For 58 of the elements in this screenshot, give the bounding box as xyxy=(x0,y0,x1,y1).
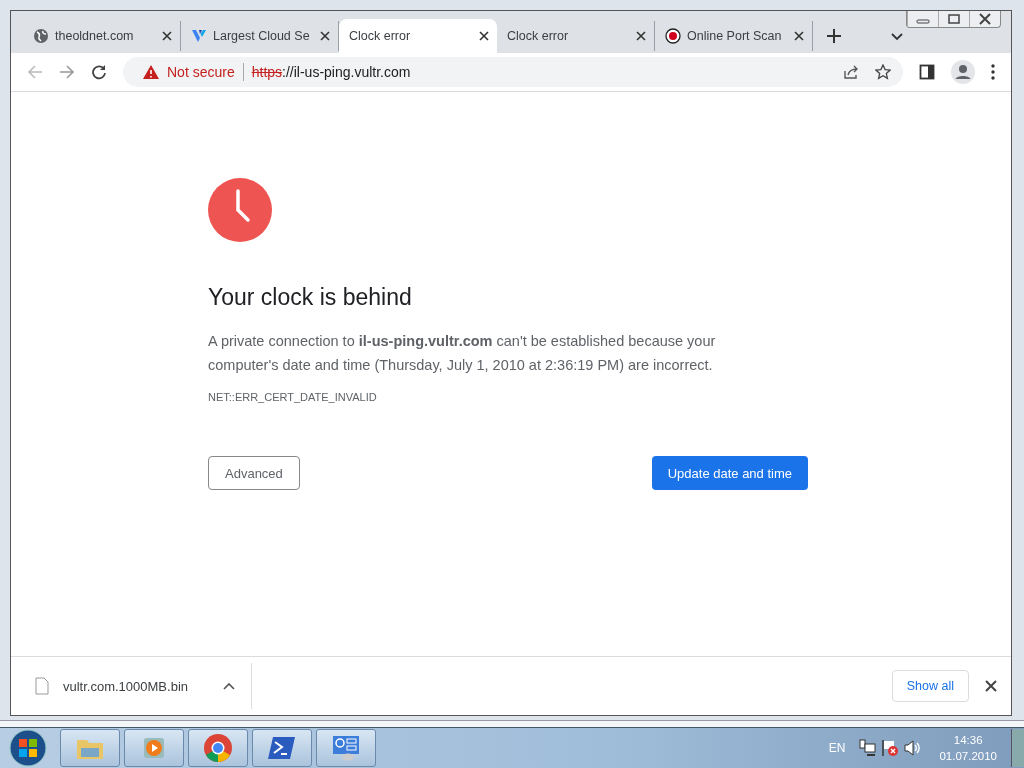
close-icon[interactable] xyxy=(636,31,646,41)
close-icon[interactable] xyxy=(794,31,804,41)
play-icon xyxy=(142,736,166,760)
start-orb-icon[interactable] xyxy=(8,728,48,768)
caret-up-icon[interactable] xyxy=(223,682,235,690)
url-text: https://il-us-ping.vultr.com xyxy=(251,64,411,80)
close-icon[interactable] xyxy=(479,31,489,41)
tab-title: Clock error xyxy=(507,29,570,43)
speaker-icon[interactable] xyxy=(903,739,922,757)
file-name: vultr.com.1000MB.bin xyxy=(63,678,189,694)
tab-title: theoldnet.com xyxy=(55,29,135,43)
error-message: A private connection to il-us-ping.vultr.com can't be established because your computer's date and time (Thursday, July 1, 2010 at 2:36:19 PM) are incorrect. xyxy=(208,332,717,375)
round-logo-icon xyxy=(204,734,232,762)
new-tab-icon[interactable] xyxy=(827,29,841,43)
close-icon[interactable] xyxy=(985,680,997,692)
clock-icon xyxy=(208,178,272,242)
flag-warning-icon[interactable] xyxy=(881,739,900,757)
browser-tab[interactable]: Clock error xyxy=(497,21,655,51)
clock-date: 01.07.2010 xyxy=(939,749,997,764)
tab-title: Online Port Scan xyxy=(687,29,783,43)
update-button[interactable]: Update date and time xyxy=(651,456,808,490)
browser-tab[interactable]: Clock error xyxy=(339,19,497,53)
warning-icon xyxy=(143,65,159,79)
clock-time: 14:36 xyxy=(953,733,983,748)
browser-tab[interactable]: theoldnet.com xyxy=(23,21,181,51)
chevron-down-icon[interactable] xyxy=(891,33,903,41)
globe-icon xyxy=(33,28,49,44)
reload-icon[interactable] xyxy=(91,64,107,80)
advanced-button[interactable]: Advanced xyxy=(208,456,300,490)
file-icon xyxy=(35,677,49,695)
close-icon[interactable] xyxy=(162,31,172,41)
address-bar[interactable]: Not secure https://il-us-ping.vultr.com xyxy=(123,57,903,87)
show-all-button[interactable]: Show all xyxy=(891,670,969,702)
forward-arrow-icon[interactable] xyxy=(59,64,75,80)
terminal-icon xyxy=(268,736,296,760)
control-panel-icon xyxy=(332,735,360,761)
browser-tab[interactable]: Online Port Scan xyxy=(655,21,813,51)
show-desktop-button[interactable] xyxy=(1011,729,1024,767)
tab-title: Clock error xyxy=(349,29,412,43)
v-logo-icon xyxy=(191,28,207,44)
taskbar-button[interactable] xyxy=(252,729,312,767)
profile-icon[interactable] xyxy=(951,60,975,84)
taskbar-button[interactable] xyxy=(60,729,120,767)
error-heading: Your clock is behind xyxy=(208,284,413,311)
record-icon xyxy=(665,28,681,44)
download-item[interactable]: vultr.com.1000MB.bin xyxy=(35,663,252,709)
tab-title: Largest Cloud Se xyxy=(213,29,311,43)
error-code: NET::ERR_CERT_DATE_INVALID xyxy=(208,391,378,403)
network-icon[interactable] xyxy=(859,739,878,757)
taskbar-button[interactable] xyxy=(124,729,184,767)
menu-icon[interactable] xyxy=(991,64,995,80)
share-icon[interactable] xyxy=(843,64,859,80)
taskbar-button[interactable] xyxy=(188,729,248,767)
side-panel-icon[interactable] xyxy=(919,64,935,80)
star-icon[interactable] xyxy=(875,64,891,80)
close-icon[interactable] xyxy=(320,31,330,41)
security-label[interactable]: Not secure xyxy=(167,64,235,80)
taskbar-button[interactable] xyxy=(316,729,376,767)
